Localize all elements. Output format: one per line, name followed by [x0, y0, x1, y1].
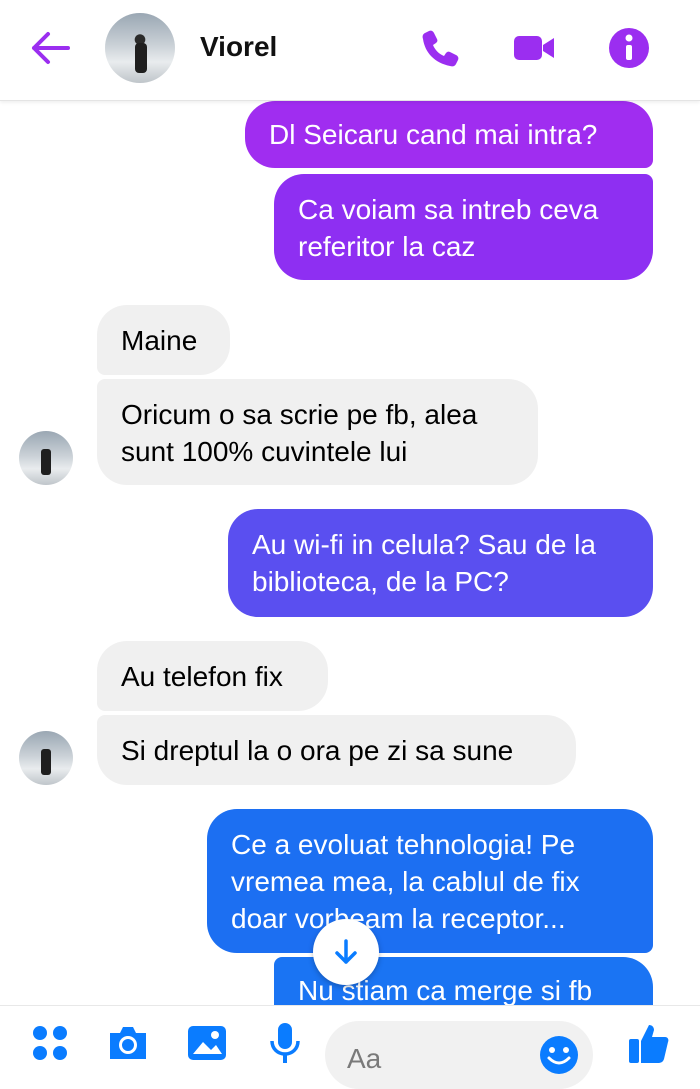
sender-avatar[interactable] — [19, 731, 73, 785]
voice-message-button[interactable] — [260, 1018, 310, 1068]
apps-grid-icon — [33, 1026, 67, 1060]
sender-avatar[interactable] — [19, 431, 73, 485]
contact-name[interactable]: Viorel — [200, 31, 277, 63]
message-bubble[interactable]: Dl Seicaru cand mai intra? — [245, 101, 653, 168]
message-bubble[interactable]: Au wi-fi in celula? Sau de la biblioteca… — [228, 509, 653, 617]
microphone-icon — [270, 1023, 300, 1063]
scroll-to-bottom-button[interactable] — [313, 919, 379, 985]
message-bubble[interactable]: Au telefon fix — [97, 641, 328, 711]
video-camera-icon — [514, 36, 554, 60]
conversation-header: Viorel — [0, 0, 700, 101]
gallery-icon — [188, 1026, 226, 1060]
message-bubble[interactable]: Ca voiam sa intreb ceva referitor la caz — [274, 174, 653, 280]
camera-icon — [110, 1027, 146, 1059]
message-bubble[interactable]: Oricum o sa scrie pe fb, alea sunt 100% … — [97, 379, 538, 485]
message-bubble[interactable]: Si dreptul la o ora pe zi sa sune — [97, 715, 576, 785]
contact-avatar[interactable] — [105, 13, 175, 83]
camera-button[interactable] — [103, 1018, 153, 1068]
emoji-icon — [540, 1036, 578, 1074]
arrow-down-icon — [335, 939, 357, 964]
video-call-button[interactable] — [512, 26, 556, 70]
composer-bar: Aa — [0, 1005, 700, 1089]
voice-call-button[interactable] — [418, 26, 462, 70]
emoji-button[interactable] — [537, 1033, 581, 1077]
conversation-info-button[interactable] — [607, 26, 651, 70]
phone-icon — [422, 30, 459, 67]
gallery-button[interactable] — [182, 1018, 232, 1068]
thumbs-up-icon — [629, 1025, 669, 1063]
message-list[interactable]: NEWS Dl Seicaru cand mai intra? Ca voiam… — [0, 101, 700, 1005]
like-button[interactable] — [624, 1018, 674, 1068]
message-bubble[interactable]: Maine — [97, 305, 230, 375]
message-input-placeholder: Aa — [347, 1043, 382, 1074]
more-apps-button[interactable] — [25, 1018, 75, 1068]
info-icon — [609, 28, 649, 68]
back-button[interactable] — [30, 30, 70, 66]
message-bubble[interactable]: Ce a evoluat tehnologia! Pe vremea mea, … — [207, 809, 653, 953]
back-arrow-icon — [32, 32, 70, 64]
